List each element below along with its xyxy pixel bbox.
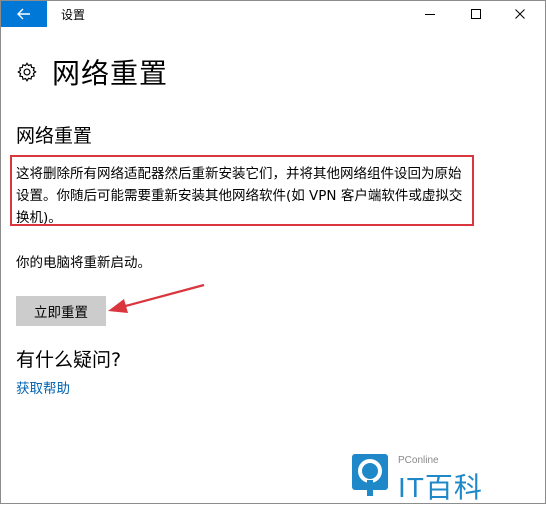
title-bar: 设置 — [1, 1, 545, 27]
restart-note: 你的电脑将重新启动。 — [16, 255, 151, 271]
watermark-logo-icon — [352, 454, 388, 496]
reset-now-button[interactable]: 立即重置 — [16, 296, 106, 326]
close-button[interactable] — [497, 1, 543, 27]
window-title: 设置 — [61, 8, 86, 22]
get-help-link[interactable]: 获取帮助 — [16, 377, 70, 397]
reset-description: 这将删除所有网络适配器然后重新安装它们，并将其他网络组件设回为原始设置。你随后可… — [16, 166, 463, 226]
page-header: 网络重置 — [16, 52, 168, 92]
minimize-button[interactable] — [407, 1, 453, 27]
close-icon — [515, 9, 525, 19]
maximize-button[interactable] — [453, 1, 499, 27]
watermark-subtitle: PConline — [398, 455, 439, 466]
page-title: 网络重置 — [52, 57, 169, 90]
watermark-title: IT百科 — [398, 472, 483, 503]
annotation-arrow-icon — [108, 283, 205, 313]
help-heading: 有什么疑问? — [16, 349, 122, 371]
section-title: 网络重置 — [16, 125, 93, 147]
back-arrow-icon — [17, 8, 30, 20]
maximize-icon — [471, 9, 481, 19]
gear-icon — [17, 62, 37, 82]
back-button[interactable] — [1, 1, 47, 27]
minimize-icon — [425, 14, 435, 15]
